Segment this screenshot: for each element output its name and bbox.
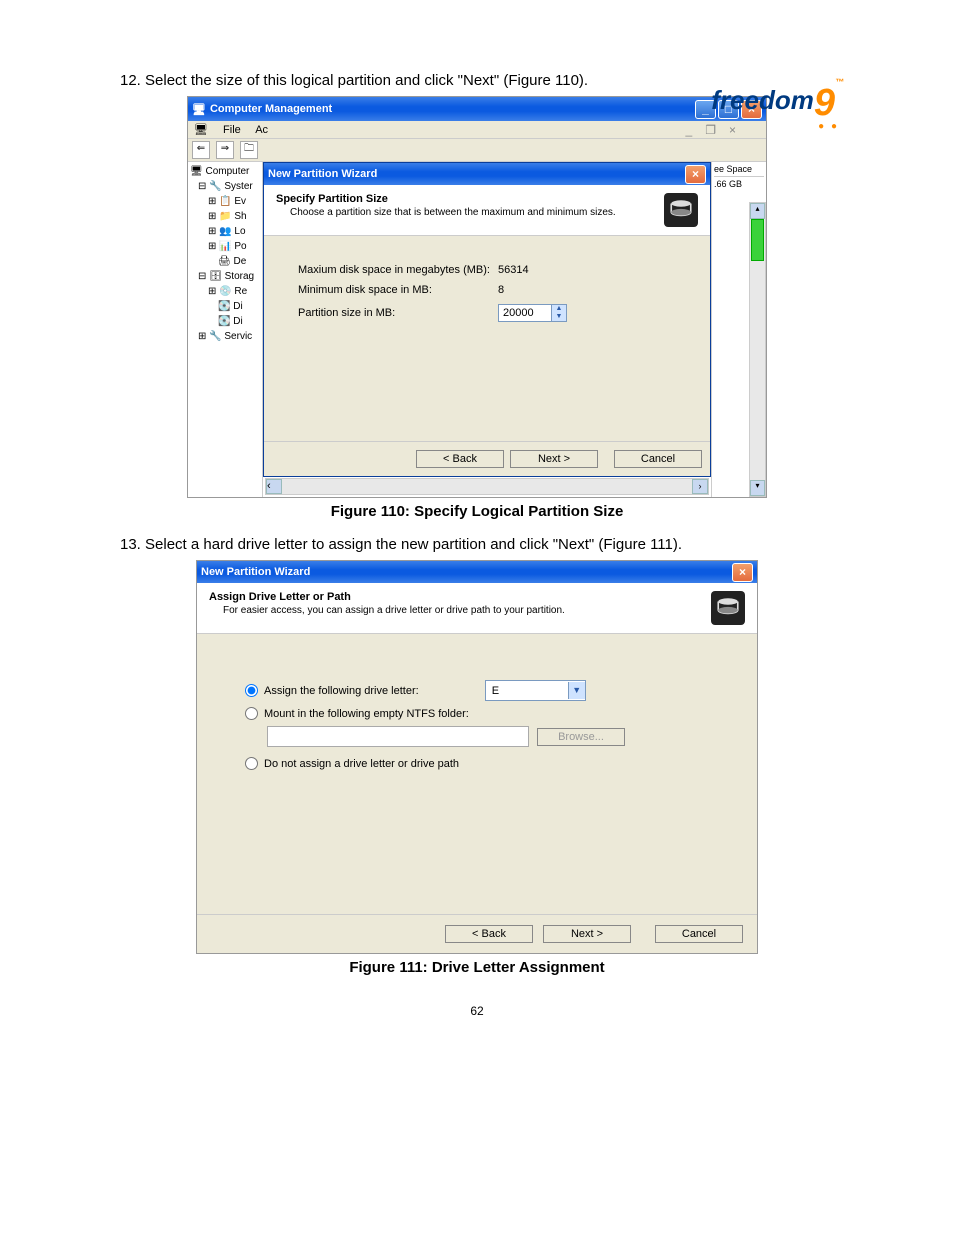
no-assign-radio[interactable] [245, 757, 258, 770]
mount-folder-option[interactable]: Mount in the following empty NTFS folder… [245, 707, 723, 720]
no-assign-label: Do not assign a drive letter or drive pa… [264, 758, 459, 770]
chevron-down-icon[interactable]: ▼ [568, 682, 585, 699]
wizard-header-title: Specify Partition Size [276, 193, 664, 205]
app-icon-small: 🖥 [194, 124, 208, 136]
wizard-title: New Partition Wizard [268, 168, 683, 180]
scroll-right-icon[interactable]: › [692, 479, 708, 494]
figure-111-caption: Figure 111: Drive Letter Assignment [120, 959, 834, 976]
drive-letter-value: E [486, 685, 568, 697]
spin-down-icon[interactable]: ▼ [552, 313, 566, 321]
free-space-value: .66 GB [714, 179, 764, 189]
drive-letter-select[interactable]: E ▼ [485, 680, 586, 701]
next-button[interactable]: Next > [510, 450, 598, 468]
wizard2-header-subtitle: For easier access, you can assign a driv… [209, 605, 711, 616]
tree-root[interactable]: 🖥 Computer [190, 164, 260, 179]
no-assign-option[interactable]: Do not assign a drive letter or drive pa… [245, 757, 723, 770]
tree-shared[interactable]: ⊞ 📁 Sh [190, 209, 260, 224]
forward-icon[interactable]: ⇒ [216, 141, 234, 159]
figure-110-caption: Figure 110: Specify Logical Partition Si… [120, 503, 834, 520]
browse-button: Browse... [537, 728, 625, 746]
spin-up-icon[interactable]: ▲ [552, 305, 566, 313]
wizard2-title: New Partition Wizard [201, 566, 730, 578]
tree-local[interactable]: ⊞ 👥 Lo [190, 224, 260, 239]
window-title: Computer Management [206, 103, 693, 115]
tree-event[interactable]: ⊞ 📋 Ev [190, 194, 260, 209]
size-label: Partition size in MB: [298, 307, 498, 319]
min-space-label: Minimum disk space in MB: [298, 284, 498, 296]
max-space-label: Maxium disk space in megabytes (MB): [298, 264, 498, 276]
mount-folder-label: Mount in the following empty NTFS folder… [264, 708, 469, 720]
disk-icon [664, 193, 698, 227]
mount-path-input [267, 726, 529, 747]
scroll-down-icon[interactable]: ▾ [750, 480, 765, 496]
navigation-tree[interactable]: 🖥 Computer ⊟ 🔧 Syster ⊞ 📋 Ev ⊞ 📁 Sh ⊞ 👥 … [188, 162, 263, 497]
disk-icon [711, 591, 745, 625]
computer-management-titlebar: 🖥 Computer Management _ □ × [188, 97, 766, 121]
menu-action[interactable]: Ac [255, 124, 268, 136]
wizard2-close-button[interactable]: × [732, 563, 753, 582]
right-column: ee Space .66 GB ▴ ▾ [711, 162, 766, 497]
mount-folder-radio[interactable] [245, 707, 258, 720]
horizontal-scrollbar[interactable]: ‹ › [265, 478, 709, 495]
back-icon[interactable]: ⇐ [192, 141, 210, 159]
cancel-button[interactable]: Cancel [614, 450, 702, 468]
scroll-thumb[interactable]: ‹ [266, 479, 282, 494]
min-space-value: 8 [498, 284, 578, 296]
figure-111-screenshot: New Partition Wizard × Assign Drive Lett… [197, 561, 757, 953]
mdi-restore[interactable]: ❐ [705, 123, 716, 137]
tree-disk-mgmt[interactable]: 💽 Di [190, 314, 260, 329]
column-header: ee Space [714, 164, 764, 177]
assign-letter-option[interactable]: Assign the following drive letter: E ▼ [245, 680, 723, 701]
partition-size-spinner[interactable]: ▲▼ [498, 304, 567, 322]
vertical-scrollbar[interactable]: ▴ ▾ [749, 202, 766, 497]
menu-bar: 🖥 File Ac _ ❐ × [188, 121, 766, 139]
partition-indicator [751, 219, 764, 261]
menu-file[interactable]: File [223, 124, 241, 136]
figure-110-screenshot: 🖥 Computer Management _ □ × 🖥 File Ac _ … [188, 97, 766, 497]
wizard2-header-title: Assign Drive Letter or Path [209, 591, 711, 603]
assign-letter-radio[interactable] [245, 684, 258, 697]
partition-size-input[interactable] [499, 305, 551, 321]
brand-logo: freedom9™ [711, 78, 844, 116]
app-icon: 🖥 [192, 103, 206, 116]
toolbar: ⇐ ⇒ 🗀 [188, 139, 766, 162]
step-13-text: 13. Select a hard drive letter to assign… [120, 534, 834, 555]
scroll-up-icon[interactable]: ▴ [750, 203, 765, 219]
mdi-close[interactable]: × [729, 123, 736, 137]
new-partition-wizard-dialog: New Partition Wizard × Specify Partition… [263, 162, 711, 477]
tree-services[interactable]: ⊞ 🔧 Servic [190, 329, 260, 344]
wizard-header-subtitle: Choose a partition size that is between … [276, 207, 664, 218]
tree-perf[interactable]: ⊞ 📊 Po [190, 239, 260, 254]
tree-disk-defrag[interactable]: 💽 Di [190, 299, 260, 314]
assign-letter-label: Assign the following drive letter: [264, 685, 419, 697]
tree-removable[interactable]: ⊞ 💿 Re [190, 284, 260, 299]
max-space-value: 56314 [498, 264, 578, 276]
page-number: 62 [120, 1004, 834, 1018]
cancel-button-2[interactable]: Cancel [655, 925, 743, 943]
mdi-minimize[interactable]: _ [686, 123, 693, 137]
tree-system[interactable]: ⊟ 🔧 Syster [190, 179, 260, 194]
back-button[interactable]: < Back [416, 450, 504, 468]
tree-device[interactable]: 🖨 De [190, 254, 260, 269]
wizard-close-button[interactable]: × [685, 165, 706, 184]
tree-storage[interactable]: ⊟ 🗄 Storag [190, 269, 260, 284]
next-button-2[interactable]: Next > [543, 925, 631, 943]
back-button-2[interactable]: < Back [445, 925, 533, 943]
up-icon[interactable]: 🗀 [240, 141, 258, 159]
